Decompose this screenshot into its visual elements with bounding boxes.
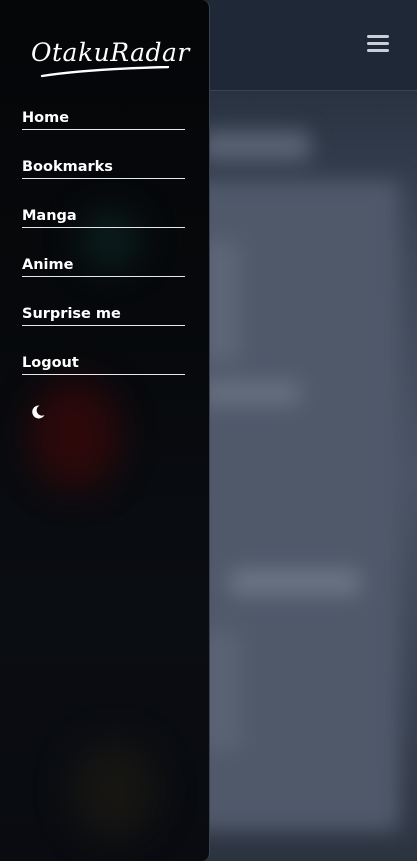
nav-item-label: Surprise me: [22, 306, 121, 322]
hamburger-line: [367, 49, 389, 52]
nav-item-logout[interactable]: Logout: [22, 352, 185, 401]
blurred-text-line: [230, 569, 360, 595]
nav-item-label: Home: [22, 110, 70, 126]
navigation-drawer: OtakuRadar Home Bookmarks Manga Anime Su…: [0, 0, 210, 861]
hamburger-menu-icon[interactable]: [367, 34, 389, 54]
nav-divider: [22, 227, 185, 228]
nav-item-label: Manga: [22, 208, 77, 224]
logo-swoosh: [40, 66, 170, 78]
theme-toggle-button[interactable]: [30, 404, 46, 420]
nav-item-surprise-me[interactable]: Surprise me: [22, 303, 185, 352]
background-glow: [70, 740, 160, 840]
hamburger-line: [367, 35, 389, 38]
nav-item-label: Anime: [22, 257, 74, 273]
nav-divider: [22, 178, 185, 179]
moon-icon: [32, 405, 45, 419]
drawer-nav-list: Home Bookmarks Manga Anime Surprise me L…: [22, 107, 185, 401]
blurred-text-line: [200, 381, 300, 405]
page: OtakuRadar Home Bookmarks Manga Anime Su…: [0, 0, 417, 861]
nav-divider: [22, 276, 185, 277]
nav-divider: [22, 129, 185, 130]
brand-name: OtakuRadar: [31, 38, 190, 67]
hamburger-line: [367, 42, 389, 45]
blurred-heading: [200, 131, 310, 161]
brand-logo[interactable]: OtakuRadar: [0, 0, 209, 90]
nav-item-label: Logout: [22, 355, 79, 371]
nav-divider: [22, 374, 185, 375]
nav-item-label: Bookmarks: [22, 159, 113, 175]
nav-divider: [22, 325, 185, 326]
nav-item-manga[interactable]: Manga: [22, 205, 185, 254]
nav-item-home[interactable]: Home: [22, 107, 185, 156]
nav-item-anime[interactable]: Anime: [22, 254, 185, 303]
nav-item-bookmarks[interactable]: Bookmarks: [22, 156, 185, 205]
